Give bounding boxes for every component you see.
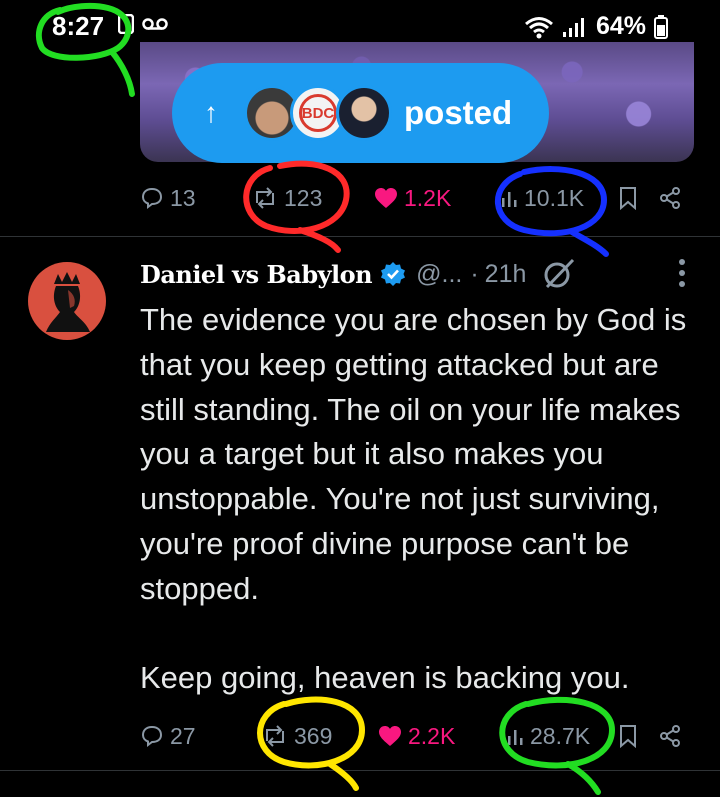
author-display-name[interactable]: Daniel vs Babylon xyxy=(140,260,373,289)
tweet-actions: 27 369 2.2K 28.7K xyxy=(140,716,685,756)
image-icon xyxy=(118,14,134,34)
views-icon xyxy=(508,730,523,745)
author-avatar[interactable] xyxy=(28,262,106,340)
reply-icon xyxy=(141,187,163,209)
poster-avatars: BDC xyxy=(244,85,392,141)
status-bar: 8:27 64% xyxy=(0,0,720,48)
reply-button[interactable]: 13 xyxy=(140,185,196,212)
repost-count: 123 xyxy=(284,184,323,211)
bookmark-button[interactable] xyxy=(618,724,638,748)
tweet-text: The evidence you are chosen by God is th… xyxy=(140,302,687,696)
like-button[interactable]: 1.2K xyxy=(374,185,451,212)
heart-icon xyxy=(379,726,401,746)
tweet-header: Daniel vs Babylon @... · 21h xyxy=(140,254,700,294)
like-button[interactable]: 2.2K xyxy=(378,723,455,750)
like-count: 2.2K xyxy=(408,722,456,749)
like-count: 1.2K xyxy=(404,184,452,211)
repost-button[interactable]: 369 xyxy=(262,723,332,750)
bookmark-icon xyxy=(620,725,636,748)
views-icon xyxy=(502,192,517,207)
repost-icon xyxy=(266,725,284,747)
avatar xyxy=(336,85,392,141)
reply-count: 13 xyxy=(170,184,196,211)
repost-button[interactable]: 123 xyxy=(252,185,322,212)
status-right: 64% xyxy=(524,12,668,41)
reply-icon xyxy=(141,725,163,747)
more-options-icon[interactable] xyxy=(678,258,686,288)
views-button[interactable]: 10.1K xyxy=(500,185,584,212)
verified-badge-icon xyxy=(381,262,406,286)
posted-label: posted xyxy=(404,94,513,131)
reply-count: 27 xyxy=(170,722,196,749)
heart-icon xyxy=(375,188,397,208)
separator-dot: · xyxy=(470,259,479,288)
share-button[interactable] xyxy=(658,724,682,748)
view-count: 10.1K xyxy=(524,184,585,211)
share-icon xyxy=(660,725,680,747)
crowned-silhouette-icon xyxy=(46,272,90,332)
bookmark-button[interactable] xyxy=(618,186,638,210)
status-left-icons xyxy=(118,14,168,34)
views-button[interactable]: 28.7K xyxy=(506,723,590,750)
signal-icon xyxy=(562,17,584,37)
share-icon xyxy=(660,187,680,209)
previous-tweet-actions: 13 123 1.2K 10.1K xyxy=(140,178,685,218)
divider xyxy=(0,770,720,771)
wifi-icon xyxy=(524,16,553,38)
share-button[interactable] xyxy=(658,186,682,210)
repost-count: 369 xyxy=(294,722,333,749)
grok-icon[interactable] xyxy=(542,257,576,291)
tweet-time[interactable]: 21h xyxy=(485,260,527,289)
bookmark-icon xyxy=(620,187,636,210)
reply-button[interactable]: 27 xyxy=(140,723,196,750)
battery-icon xyxy=(654,14,668,39)
author-handle[interactable]: @... xyxy=(416,260,462,289)
voicemail-icon xyxy=(142,18,168,30)
avatar-badge-text: BDC xyxy=(301,104,335,122)
divider xyxy=(0,236,720,237)
new-posts-pill[interactable]: ↑ BDC posted xyxy=(172,63,549,163)
arrow-up-icon: ↑ xyxy=(204,97,218,128)
view-count: 28.7K xyxy=(530,722,591,749)
status-time: 8:27 xyxy=(52,11,105,41)
repost-icon xyxy=(256,187,274,209)
battery-percent: 64% xyxy=(595,12,646,40)
